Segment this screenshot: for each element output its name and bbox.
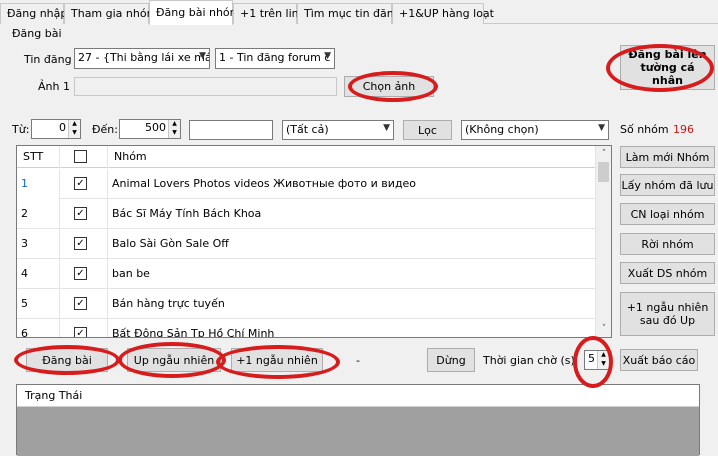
choice-select[interactable]: (Không chọn) ▼ — [461, 120, 609, 140]
tin-dang-select[interactable]: 27 - {Thi bằng lái xe má ▼ — [74, 48, 210, 69]
row-stt: 2 — [17, 199, 60, 229]
load-saved-groups-button[interactable]: Lấy nhóm đã lưu — [620, 174, 715, 196]
row-check-cell: ✓ — [60, 229, 108, 259]
to-stepper[interactable]: 500 ▲ ▼ — [119, 119, 181, 139]
image-path-field[interactable] — [74, 77, 337, 96]
row-group-name: Animal Lovers Photos videos Животные фот… — [108, 169, 597, 199]
from-value: 0 — [59, 121, 66, 134]
refresh-groups-button[interactable]: Làm mới Nhóm — [620, 146, 715, 168]
table-row[interactable]: 6 ✓ Bất Động Sản Tp Hồ Chí Minh — [17, 319, 597, 337]
image-label: Ảnh 1 — [38, 80, 70, 93]
tab-login[interactable]: Đăng nhập — [0, 3, 67, 24]
search-input[interactable] — [189, 120, 273, 140]
post-wall-button[interactable]: Đăng bài lên tường cá nhân — [620, 45, 715, 90]
row-checkbox[interactable]: ✓ — [74, 327, 87, 337]
random-plus-up-button[interactable]: +1 ngẫu nhiên sau đó Up — [620, 292, 715, 336]
table-row[interactable]: 2 ✓ Bác Sĩ Máy Tính Bách Khoa — [17, 199, 597, 229]
plus-one-random-button[interactable]: +1 ngẫu nhiên — [231, 348, 323, 372]
tab-bar: Đăng nhập Tham gia nhóm Đăng bài nhóm +1… — [0, 0, 718, 25]
status-body — [17, 407, 699, 456]
choose-image-button[interactable]: Chọn ảnh — [344, 76, 434, 97]
row-checkbox[interactable]: ✓ — [74, 237, 87, 250]
group-header: Nhóm — [108, 146, 597, 168]
row-check-cell: ✓ — [60, 319, 108, 337]
tab-find-post[interactable]: Tìm mục tin đăng — [297, 3, 401, 24]
row-stt: 5 — [17, 289, 60, 319]
row-check-cell: ✓ — [60, 289, 108, 319]
to-label: Đến: — [92, 123, 118, 136]
export-group-list-button[interactable]: Xuất DS nhóm — [620, 262, 715, 284]
row-group-name: ban be — [108, 259, 597, 289]
status-header: Trạng Thái — [17, 385, 699, 407]
wait-time-value: 5 — [588, 352, 595, 365]
tin-dang-label: Tin đăng — [24, 53, 72, 66]
group-count-value: 196 — [673, 123, 694, 136]
up-random-button[interactable]: Up ngẫu nhiên — [127, 348, 221, 372]
scope-select[interactable]: (Tất cả) ▼ — [282, 120, 394, 140]
scroll-down-icon[interactable]: ˅ — [596, 321, 611, 337]
chevron-down-icon: ▼ — [199, 51, 206, 61]
tab-group-post[interactable]: Đăng bài nhóm — [149, 0, 240, 25]
scroll-up-icon[interactable]: ˄ — [596, 146, 611, 162]
row-check-cell: ✓ — [60, 169, 108, 199]
row-check-cell: ✓ — [60, 199, 108, 229]
stepper-arrows[interactable]: ▲ ▼ — [68, 120, 80, 138]
stepper-arrows[interactable]: ▲ ▼ — [168, 120, 180, 138]
status-panel: Trạng Thái — [16, 384, 700, 456]
table-row[interactable]: 5 ✓ Bán hàng trực tuyến — [17, 289, 597, 319]
tab-bulk-up[interactable]: +1&UP hàng loạt — [392, 3, 494, 24]
row-stt: 3 — [17, 229, 60, 259]
table-row[interactable]: 4 ✓ ban be — [17, 259, 597, 289]
tab-plus-one-link[interactable]: +1 trên link — [233, 3, 305, 24]
row-check-cell: ✓ — [60, 259, 108, 289]
table-header: STT Nhóm — [17, 146, 597, 168]
post-button[interactable]: Đăng bài — [26, 348, 108, 372]
tin-dang-value: 27 - {Thi bằng lái xe má — [78, 51, 210, 64]
wait-time-label: Thời gian chờ (s) — [483, 354, 575, 367]
stop-button[interactable]: Dừng — [427, 348, 475, 372]
chevron-down-icon: ▼ — [383, 123, 390, 133]
scroll-thumb[interactable] — [598, 162, 609, 182]
row-checkbox[interactable]: ✓ — [74, 177, 87, 190]
row-group-name: Bác Sĩ Máy Tính Bách Khoa — [108, 199, 597, 229]
leave-group-button[interactable]: Rời nhóm — [620, 233, 715, 255]
category-value: 1 - Tin đăng forum c — [219, 51, 331, 64]
row-checkbox[interactable]: ✓ — [74, 207, 87, 220]
row-group-name: Bán hàng trực tuyến — [108, 289, 597, 319]
export-report-button[interactable]: Xuất báo cáo — [620, 349, 698, 371]
filter-groups-button[interactable]: CN loại nhóm — [620, 203, 715, 225]
scope-value: (Tất cả) — [286, 123, 329, 136]
select-all-header — [60, 146, 108, 168]
from-label: Từ: — [12, 123, 30, 136]
chevron-down-icon: ▼ — [598, 123, 605, 133]
row-stt: 4 — [17, 259, 60, 289]
stt-header: STT — [17, 146, 60, 168]
table-row[interactable]: 1 ✓ Animal Lovers Photos videos Животные… — [17, 169, 597, 199]
wait-time-stepper[interactable]: 5 ▲ ▼ — [584, 350, 610, 370]
row-stt: 6 — [17, 319, 60, 337]
choice-value: (Không chọn) — [465, 123, 539, 136]
from-stepper[interactable]: 0 ▲ ▼ — [31, 119, 81, 139]
stepper-arrows[interactable]: ▲ ▼ — [597, 351, 609, 369]
row-group-name: Bất Động Sản Tp Hồ Chí Minh — [108, 319, 597, 337]
post-section-label: Đăng bài — [12, 27, 62, 40]
chevron-down-icon: ▼ — [324, 51, 331, 61]
group-table: STT Nhóm 1 ✓ Animal Lovers Photos videos… — [16, 145, 612, 338]
row-stt: 1 — [17, 169, 60, 199]
category-select[interactable]: 1 - Tin đăng forum c ▼ — [215, 48, 335, 69]
table-scrollbar[interactable]: ˄ ˅ — [595, 146, 611, 337]
to-value: 500 — [145, 121, 166, 134]
filter-button[interactable]: Lọc — [403, 120, 452, 140]
tab-join-group[interactable]: Tham gia nhóm — [64, 3, 157, 24]
group-count-label: Số nhóm — [620, 123, 669, 136]
row-checkbox[interactable]: ✓ — [74, 267, 87, 280]
separator-dash: - — [356, 354, 360, 367]
row-checkbox[interactable]: ✓ — [74, 297, 87, 310]
table-row[interactable]: 3 ✓ Balo Sài Gòn Sale Off — [17, 229, 597, 259]
row-group-name: Balo Sài Gòn Sale Off — [108, 229, 597, 259]
select-all-checkbox[interactable] — [74, 150, 87, 163]
